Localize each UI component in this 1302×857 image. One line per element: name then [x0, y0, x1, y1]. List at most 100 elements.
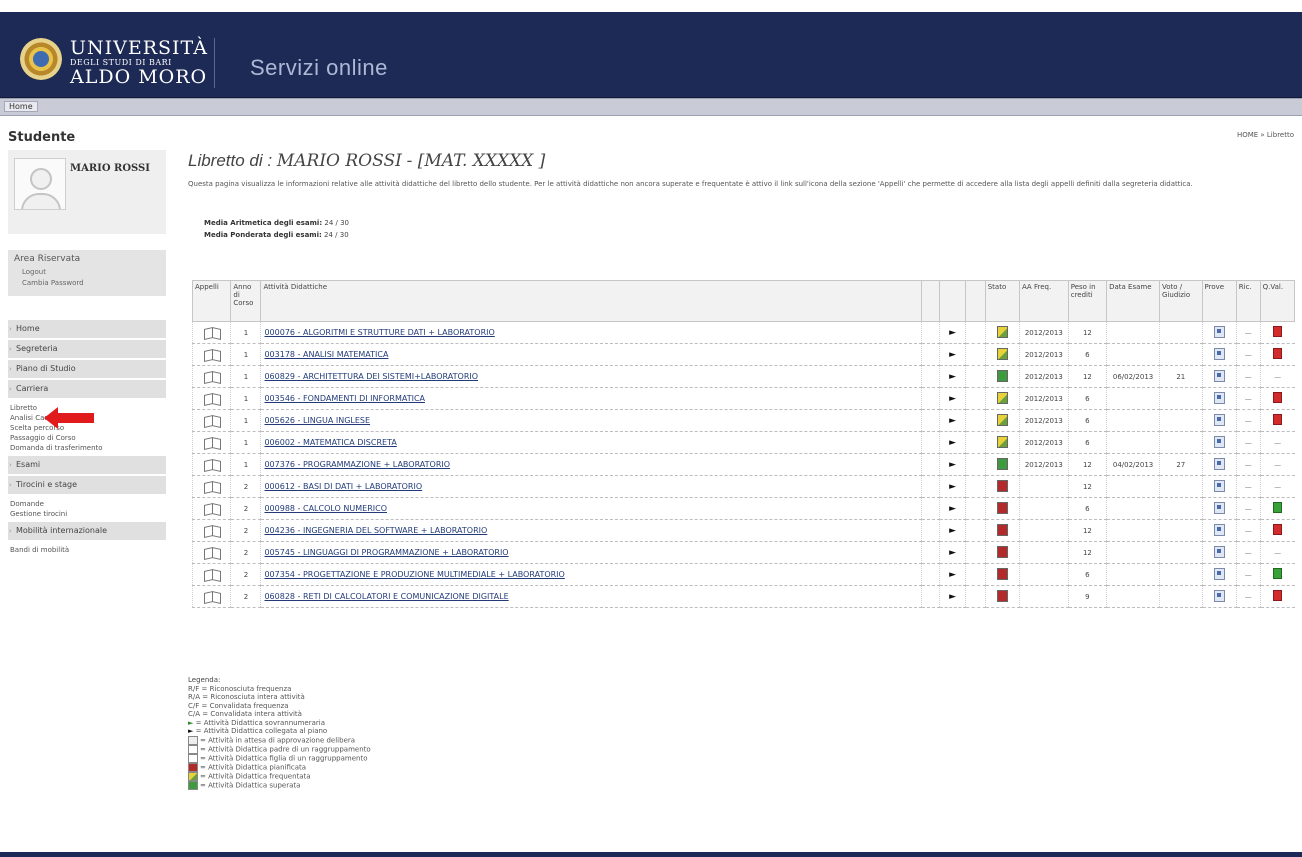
prove-icon[interactable] [1213, 435, 1225, 448]
activity-link[interactable]: 007376 - PROGRAMMAZIONE + LABORATORIO [264, 460, 450, 469]
anno-cell: 2 [230, 563, 261, 586]
menu-item-bandi-mobilita[interactable]: Bandi di mobilità [8, 542, 166, 555]
appelli-book-icon[interactable] [203, 458, 221, 470]
appelli-book-icon[interactable] [203, 568, 221, 580]
questionnaire-red-icon[interactable] [1273, 326, 1283, 337]
nav-home[interactable]: Home [4, 101, 38, 112]
table-row: 1 005626 - LINGUA INGLESE ► 2012/2013 6 — [191, 409, 1295, 432]
activity-link[interactable]: 003178 - ANALISI MATEMATICA [264, 350, 388, 359]
legenda-sovrannumeraria: ► = Attività Didattica sovrannumeraria [188, 718, 325, 727]
blank-cell [965, 541, 986, 564]
prove-icon[interactable] [1213, 589, 1225, 602]
activity-cell: 000612 - BASI DI DATI + LABORATORIO [260, 475, 922, 498]
prove-icon[interactable] [1213, 369, 1225, 382]
chevron-down-icon: › [9, 527, 12, 535]
appelli-book-icon[interactable] [203, 348, 221, 360]
appelli-book-icon[interactable] [203, 480, 221, 492]
libretto-table: Appelli Anno di Corso Attività Didattich… [191, 280, 1296, 608]
page-title-name: MARIO ROSSI [276, 151, 402, 171]
data-esame-cell [1106, 475, 1160, 498]
menu-item-trasferimento[interactable]: Domanda di trasferimento [8, 443, 166, 456]
appelli-book-icon[interactable] [203, 326, 221, 338]
activity-link[interactable]: 005745 - LINGUAGGI DI PROGRAMMAZIONE + L… [264, 548, 508, 557]
anno-cell: 1 [230, 431, 261, 454]
prove-icon[interactable] [1213, 413, 1225, 426]
activity-link[interactable]: 060829 - ARCHITETTURA DEI SISTEMI+LABORA… [264, 372, 478, 381]
questionnaire-green-icon[interactable] [1273, 568, 1283, 579]
activity-link[interactable]: 007354 - PROGETTAZIONE E PRODUZIONE MULT… [264, 570, 564, 579]
university-name-line3: ALDO MORO [70, 66, 208, 88]
activity-link[interactable]: 003546 - FONDAMENTI DI INFORMATICA [264, 394, 425, 403]
activity-link[interactable]: 004236 - INGEGNERIA DEL SOFTWARE + LABOR… [264, 526, 487, 535]
prove-icon[interactable] [1213, 567, 1225, 580]
logout-link[interactable]: Logout [22, 268, 46, 276]
questionnaire-red-icon[interactable] [1273, 392, 1283, 403]
questionnaire-red-icon[interactable] [1273, 590, 1283, 601]
blank-cell [921, 519, 940, 542]
menu-item-gestione-tirocini[interactable]: Gestione tirocini [8, 509, 166, 522]
data-esame-cell [1106, 431, 1160, 454]
appelli-book-icon[interactable] [203, 502, 221, 514]
menu-carriera[interactable]: › Carriera [8, 380, 166, 400]
aa-freq-cell [1018, 563, 1069, 586]
prove-icon[interactable] [1213, 325, 1225, 338]
data-esame-cell [1106, 497, 1160, 520]
prove-icon[interactable] [1213, 501, 1225, 514]
voto-cell [1159, 343, 1203, 366]
menu-item-passaggio-corso[interactable]: Passaggio di Corso [8, 433, 166, 443]
peso-cell: 12 [1067, 321, 1107, 344]
appelli-book-icon[interactable] [203, 436, 221, 448]
menu-item-domande[interactable]: Domande [8, 496, 166, 509]
anno-cell: 2 [230, 497, 261, 520]
activity-link[interactable]: 005626 - LINGUA INGLESE [264, 416, 370, 425]
blank-cell [965, 409, 986, 432]
breadcrumb[interactable]: HOME » Libretto [1237, 131, 1294, 139]
prove-icon[interactable] [1213, 391, 1225, 404]
activity-link[interactable]: 060828 - RETI DI CALCOLATORI E COMUNICAZ… [264, 592, 508, 601]
table-header: Appelli Anno di Corso Attività Didattich… [191, 280, 1296, 322]
header-divider [214, 38, 215, 88]
activity-link[interactable]: 000612 - BASI DI DATI + LABORATORIO [264, 482, 422, 491]
legenda-frequentata: = Attività Didattica frequentata [188, 771, 371, 781]
appelli-book-icon[interactable] [203, 370, 221, 382]
top-navbar: Home [0, 98, 1302, 116]
activity-link[interactable]: 006002 - MATEMATICA DISCRETA [264, 438, 396, 447]
activity-cell: 007376 - PROGRAMMAZIONE + LABORATORIO [260, 453, 922, 476]
questionnaire-red-icon[interactable] [1273, 414, 1283, 425]
voto-cell [1159, 475, 1203, 498]
appelli-book-icon[interactable] [203, 546, 221, 558]
appelli-book-icon[interactable] [203, 414, 221, 426]
activity-link[interactable]: 000988 - CALCOLO NUMERICO [264, 504, 387, 513]
questionnaire-red-icon[interactable] [1273, 348, 1283, 359]
blank-cell [965, 453, 986, 476]
menu-piano-di-studio[interactable]: › Piano di Studio [8, 360, 166, 380]
menu-tirocini[interactable]: › Tirocini e stage [8, 476, 166, 496]
blank-cell [921, 387, 940, 410]
appelli-book-icon[interactable] [203, 590, 221, 602]
prove-icon[interactable] [1213, 457, 1225, 470]
menu-segreteria[interactable]: › Segreteria [8, 340, 166, 360]
activity-cell: 007354 - PROGETTAZIONE E PRODUZIONE MULT… [260, 563, 922, 586]
prove-icon[interactable] [1213, 347, 1225, 360]
blank-cell [965, 365, 986, 388]
ric-cell: — [1235, 497, 1261, 520]
state-icon [996, 369, 1008, 382]
state-icon [996, 391, 1008, 404]
menu-mobilita[interactable]: › Mobilità internazionale [8, 522, 166, 542]
appelli-book-icon[interactable] [203, 524, 221, 536]
prove-icon[interactable] [1213, 479, 1225, 492]
legenda-cf: C/F = Convalidata frequenza [188, 701, 289, 710]
university-seal-icon[interactable] [20, 38, 62, 80]
university-logo[interactable]: UNIVERSITÀ DEGLI STUDI DI BARI ALDO MORO [70, 39, 208, 87]
change-password-link[interactable]: Cambia Password [22, 279, 84, 287]
prove-icon[interactable] [1213, 545, 1225, 558]
prove-icon[interactable] [1213, 523, 1225, 536]
questionnaire-red-icon[interactable] [1273, 524, 1283, 535]
appelli-book-icon[interactable] [203, 392, 221, 404]
flag-icon: ► [949, 371, 956, 382]
flag-icon: ► [949, 393, 956, 404]
menu-home[interactable]: › Home [8, 320, 166, 340]
activity-link[interactable]: 000076 - ALGORITMI E STRUTTURE DATI + LA… [264, 328, 494, 337]
menu-esami[interactable]: › Esami [8, 456, 166, 476]
questionnaire-green-icon[interactable] [1273, 502, 1283, 513]
